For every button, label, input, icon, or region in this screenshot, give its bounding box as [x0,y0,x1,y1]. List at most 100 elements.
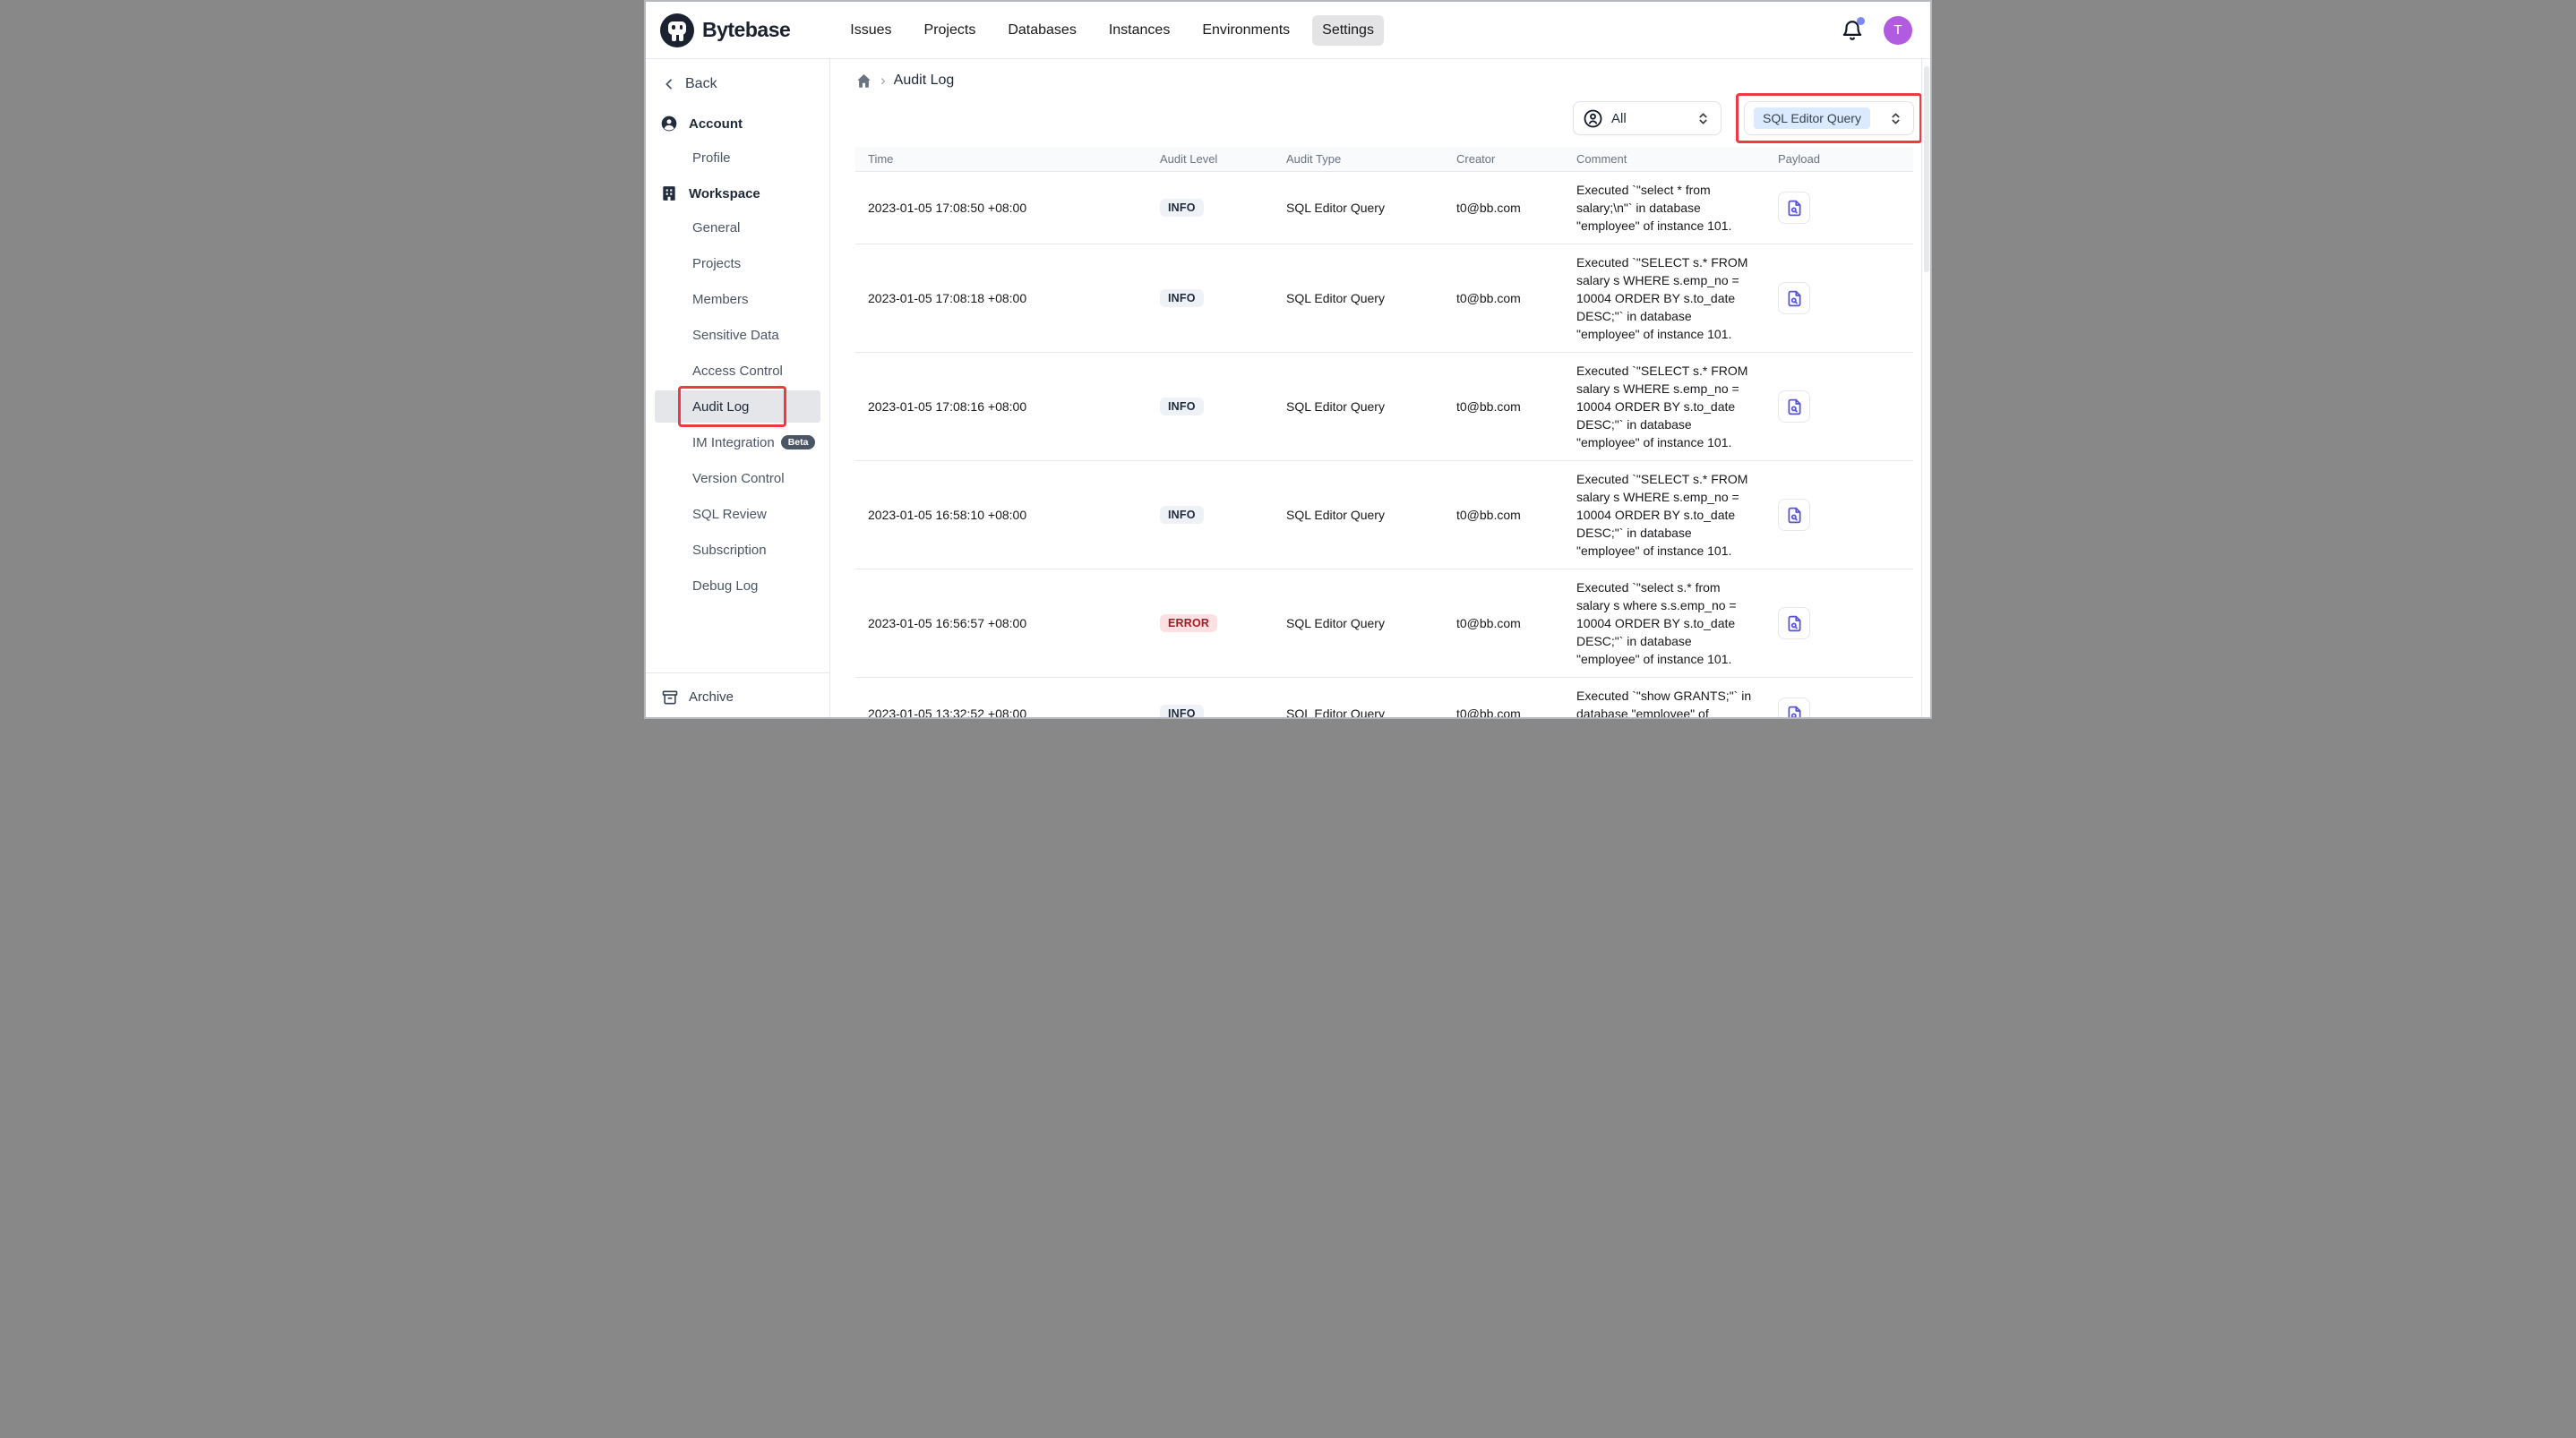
main-nav: Issues Projects Databases Instances Envi… [840,15,1384,46]
sidebar-item-general[interactable]: General [655,211,820,244]
table-header-row: Time Audit Level Audit Type Creator Comm… [855,147,1913,172]
cell-time: 2023-01-05 16:56:57 +08:00 [855,569,1147,678]
avatar[interactable]: T [1884,16,1912,45]
audit-level-badge: ERROR [1160,614,1217,632]
creator-filter-select[interactable]: All [1573,101,1722,135]
chevron-left-icon [662,77,676,91]
bytebase-window: Bytebase Issues Projects Databases Insta… [644,0,1932,719]
column-header-audit-level: Audit Level [1147,147,1274,172]
notification-bell-icon[interactable] [1841,19,1864,42]
sidebar-item-sql-review[interactable]: SQL Review [655,498,820,530]
sidebar-item-debug-log[interactable]: Debug Log [655,569,820,602]
bytebase-logo[interactable]: Bytebase [660,13,790,47]
table-row: 2023-01-05 16:56:57 +08:00 ERROR SQL Edi… [855,569,1913,678]
audit-level-badge: INFO [1160,506,1204,524]
back-button[interactable]: Back [646,72,829,97]
cell-audit-type: SQL Editor Query [1274,172,1444,244]
beta-badge: Beta [781,435,816,449]
cell-audit-type: SQL Editor Query [1274,569,1444,678]
column-header-time: Time [855,147,1147,172]
archive-label: Archive [689,689,734,705]
sidebar-item-archive[interactable]: Archive [646,672,829,719]
breadcrumb-chevron-icon: › [880,73,886,90]
sidebar-item-access-control[interactable]: Access Control [655,355,820,387]
top-navigation-bar: Bytebase Issues Projects Databases Insta… [646,2,1930,59]
view-payload-button[interactable] [1778,390,1810,423]
cell-creator: t0@bb.com [1444,569,1564,678]
cell-comment: Executed `"select * from salary;\n"` in … [1564,172,1765,244]
audit-level-badge: INFO [1160,199,1204,217]
nav-issues[interactable]: Issues [840,15,901,46]
back-label: Back [685,76,717,92]
user-circle-icon [660,115,678,133]
cell-creator: t0@bb.com [1444,678,1564,720]
cell-creator: t0@bb.com [1444,244,1564,353]
nav-settings[interactable]: Settings [1312,15,1384,46]
sidebar-item-subscription[interactable]: Subscription [655,534,820,566]
vertical-scrollbar[interactable] [1921,59,1930,717]
cell-audit-type: SQL Editor Query [1274,244,1444,353]
chevron-up-down-icon [1695,110,1712,127]
cell-audit-type: SQL Editor Query [1274,353,1444,461]
nav-projects[interactable]: Projects [914,15,986,46]
nav-instances[interactable]: Instances [1099,15,1180,46]
column-header-audit-type: Audit Type [1274,147,1444,172]
view-payload-button[interactable] [1778,698,1810,719]
sidebar-item-audit-log[interactable]: Audit Log [655,390,820,423]
cell-creator: t0@bb.com [1444,353,1564,461]
cell-time: 2023-01-05 17:08:50 +08:00 [855,172,1147,244]
scrollbar-thumb[interactable] [1924,66,1929,272]
sidebar-item-im-integration[interactable]: IM Integration Beta [655,426,820,458]
cell-time: 2023-01-05 16:58:10 +08:00 [855,461,1147,569]
sidebar-item-version-control[interactable]: Version Control [655,462,820,494]
table-row: 2023-01-05 13:32:52 +08:00 INFO SQL Edit… [855,678,1913,720]
sidebar-item-profile[interactable]: Profile [655,141,820,174]
file-search-icon [1785,506,1804,525]
cell-audit-type: SQL Editor Query [1274,678,1444,720]
column-header-creator: Creator [1444,147,1564,172]
column-header-payload: Payload [1765,147,1913,172]
cell-time: 2023-01-05 17:08:18 +08:00 [855,244,1147,353]
cell-comment: Executed `"SELECT s.* FROM salary s WHER… [1564,461,1765,569]
sidebar-section-workspace: Workspace [646,181,829,206]
notification-dot [1857,17,1865,25]
table-row: 2023-01-05 17:08:18 +08:00 INFO SQL Edit… [855,244,1913,353]
sidebar-item-sensitive-data[interactable]: Sensitive Data [655,319,820,351]
nav-environments[interactable]: Environments [1192,15,1300,46]
audit-type-filter-value: SQL Editor Query [1754,107,1870,129]
sidebar-section-account-label: Account [689,116,743,132]
view-payload-button[interactable] [1778,607,1810,639]
view-payload-button[interactable] [1778,282,1810,314]
file-search-icon [1785,398,1804,416]
column-header-comment: Comment [1564,147,1765,172]
file-search-icon [1785,199,1804,218]
view-payload-button[interactable] [1778,499,1810,531]
chevron-up-down-icon [1887,110,1904,127]
cell-audit-type: SQL Editor Query [1274,461,1444,569]
sidebar-section-workspace-label: Workspace [689,186,760,201]
table-row: 2023-01-05 17:08:50 +08:00 INFO SQL Edit… [855,172,1913,244]
breadcrumb-current: Audit Log [894,73,955,89]
cell-time: 2023-01-05 13:32:52 +08:00 [855,678,1147,720]
cell-creator: t0@bb.com [1444,461,1564,569]
sidebar-item-members[interactable]: Members [655,283,820,315]
table-row: 2023-01-05 16:58:10 +08:00 INFO SQL Edit… [855,461,1913,569]
cell-time: 2023-01-05 17:08:16 +08:00 [855,353,1147,461]
cell-comment: Executed `"show GRANTS;"` in database "e… [1564,678,1765,720]
file-search-icon [1785,614,1804,633]
audit-type-filter-select[interactable]: SQL Editor Query [1744,101,1914,135]
nav-databases[interactable]: Databases [998,15,1086,46]
home-icon[interactable] [855,73,872,90]
filter-toolbar: All SQL Editor Query [855,93,1913,143]
bytebase-logo-icon [660,13,694,47]
sidebar-item-im-integration-label: IM Integration [692,435,775,450]
archive-box-icon [661,689,679,706]
view-payload-button[interactable] [1778,192,1810,224]
table-row: 2023-01-05 17:08:16 +08:00 INFO SQL Edit… [855,353,1913,461]
sidebar-item-projects[interactable]: Projects [655,247,820,279]
cell-creator: t0@bb.com [1444,172,1564,244]
building-icon [660,184,678,202]
bytebase-logo-text: Bytebase [702,18,790,42]
audit-level-badge: INFO [1160,289,1204,307]
sidebar-section-account: Account [646,111,829,136]
